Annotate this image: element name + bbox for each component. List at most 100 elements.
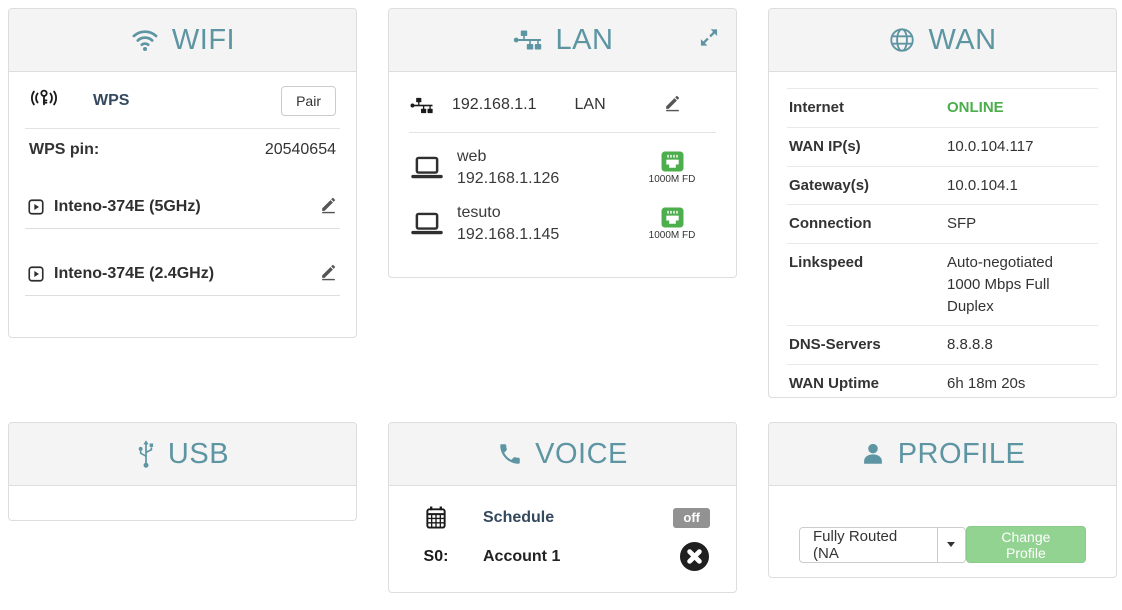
table-row: WAN IP(s) 10.0.104.117 bbox=[787, 127, 1098, 166]
ssid-name: Inteno-374E (5GHz) bbox=[54, 198, 201, 216]
table-row: Connection SFP bbox=[787, 204, 1098, 243]
wan-row-label: Gateway(s) bbox=[789, 175, 947, 197]
laptop-icon bbox=[409, 210, 445, 237]
table-row: WAN Uptime 6h 18m 20s bbox=[787, 364, 1098, 403]
person-icon bbox=[860, 441, 886, 467]
wps-row: WPS Pair bbox=[25, 72, 340, 129]
lan-panel-body: 192.168.1.1 LAN bbox=[389, 72, 736, 245]
play-square-icon bbox=[27, 265, 45, 283]
phone-icon bbox=[497, 441, 523, 467]
profile-controls-row: Fully Routed (NA Change Profile bbox=[799, 526, 1086, 563]
wan-row-label: WAN IP(s) bbox=[789, 136, 947, 158]
wifi-icon bbox=[130, 27, 160, 53]
schedule-label: Schedule bbox=[483, 509, 554, 527]
wps-pin-label: WPS pin: bbox=[29, 141, 99, 159]
device-ip: 192.168.1.145 bbox=[457, 226, 559, 243]
ssid-name: Inteno-374E (2.4GHz) bbox=[54, 265, 214, 283]
wan-row-label: Internet bbox=[789, 97, 947, 119]
profile-panel: PROFILE Fully Routed (NA Change Profile bbox=[768, 422, 1117, 578]
voice-panel-header: VOICE bbox=[389, 423, 736, 486]
globe-icon bbox=[888, 26, 916, 54]
profile-panel-body: Fully Routed (NA Change Profile bbox=[769, 526, 1116, 563]
internet-status-badge: ONLINE bbox=[947, 97, 1096, 119]
remove-account-icon[interactable] bbox=[679, 541, 710, 572]
dashboard: WIFI WPS Pair bbox=[0, 0, 1122, 610]
device-info: web 192.168.1.126 bbox=[457, 146, 559, 189]
edit-icon[interactable] bbox=[319, 195, 338, 219]
change-profile-button[interactable]: Change Profile bbox=[966, 526, 1086, 563]
wps-pin-value: 20540654 bbox=[265, 141, 336, 159]
voice-panel-body: Schedule off S0: Account 1 bbox=[389, 505, 736, 572]
usb-icon bbox=[136, 439, 156, 469]
sitemap-icon bbox=[512, 27, 544, 53]
link-speed: 1000M FD bbox=[649, 230, 696, 241]
ethernet-port-icon bbox=[661, 151, 684, 172]
wan-row-label: WAN Uptime bbox=[789, 373, 947, 395]
calendar-icon bbox=[419, 505, 453, 530]
profile-panel-header: PROFILE bbox=[769, 423, 1116, 486]
link-speed: 1000M FD bbox=[649, 174, 696, 185]
wifi-panel: WIFI WPS Pair bbox=[8, 8, 357, 338]
profile-panel-title: PROFILE bbox=[898, 438, 1026, 471]
usb-panel: USB bbox=[8, 422, 357, 521]
schedule-toggle-badge[interactable]: off bbox=[673, 508, 710, 528]
wan-row-value: 6h 18m 20s bbox=[947, 373, 1096, 395]
voice-account-row: S0: Account 1 bbox=[419, 541, 710, 572]
lan-device-row: tesuto 192.168.1.145 1000M FD bbox=[409, 202, 716, 245]
wps-pin-row: WPS pin: 20540654 bbox=[25, 129, 340, 171]
voice-panel-title: VOICE bbox=[535, 438, 628, 471]
wan-row-label: DNS-Servers bbox=[789, 334, 947, 356]
table-row: DNS-Servers 8.8.8.8 bbox=[787, 325, 1098, 364]
lan-gateway-row: 192.168.1.1 LAN bbox=[409, 72, 716, 133]
wifi-panel-header: WIFI bbox=[9, 9, 356, 72]
ethernet-port-icon bbox=[661, 207, 684, 228]
play-square-icon bbox=[27, 198, 45, 216]
lan-panel-header: LAN bbox=[389, 9, 736, 72]
wan-row-value: SFP bbox=[947, 213, 1096, 235]
wan-panel-header: WAN bbox=[769, 9, 1116, 72]
ssid-row-24ghz[interactable]: Inteno-374E (2.4GHz) bbox=[25, 262, 340, 296]
wps-label: WPS bbox=[93, 92, 129, 110]
wan-row-label: Linkspeed bbox=[789, 252, 947, 317]
edit-icon[interactable] bbox=[663, 93, 682, 117]
gateway-label: LAN bbox=[575, 96, 606, 114]
expand-icon[interactable] bbox=[698, 27, 720, 54]
wan-panel-body: Internet ONLINE WAN IP(s) 10.0.104.117 G… bbox=[769, 88, 1116, 403]
lan-panel: LAN 192.168.1.1 bbox=[388, 8, 737, 278]
wan-row-label: Connection bbox=[789, 213, 947, 235]
wan-panel: WAN Internet ONLINE WAN IP(s) 10.0.104.1… bbox=[768, 8, 1117, 398]
ssid-row-5ghz[interactable]: Inteno-374E (5GHz) bbox=[25, 195, 340, 229]
table-row: Gateway(s) 10.0.104.1 bbox=[787, 166, 1098, 205]
usb-panel-title: USB bbox=[168, 438, 229, 471]
account-name: Account 1 bbox=[483, 548, 560, 566]
device-info: tesuto 192.168.1.145 bbox=[457, 202, 559, 245]
account-prefix: S0: bbox=[419, 548, 453, 566]
laptop-icon bbox=[409, 154, 445, 181]
edit-icon[interactable] bbox=[319, 262, 338, 286]
wifi-panel-title: WIFI bbox=[172, 24, 235, 57]
wan-row-value: Auto-negotiated 1000 Mbps Full Duplex bbox=[947, 252, 1082, 317]
wan-status-table: Internet ONLINE WAN IP(s) 10.0.104.117 G… bbox=[787, 88, 1098, 403]
usb-panel-header: USB bbox=[9, 423, 356, 486]
table-row: Internet ONLINE bbox=[787, 88, 1098, 127]
device-name: tesuto bbox=[457, 204, 501, 221]
wps-icon bbox=[29, 85, 59, 116]
wan-row-value: 8.8.8.8 bbox=[947, 334, 1096, 356]
sitemap-icon bbox=[409, 95, 435, 116]
usb-panel-body bbox=[9, 486, 356, 520]
lan-panel-title: LAN bbox=[556, 24, 614, 57]
profile-dropdown-value: Fully Routed (NA bbox=[800, 528, 937, 562]
device-ip: 192.168.1.126 bbox=[457, 170, 559, 187]
gateway-ip: 192.168.1.1 bbox=[452, 96, 537, 114]
schedule-row: Schedule off bbox=[419, 505, 710, 530]
lan-device-row: web 192.168.1.126 1000M FD bbox=[409, 146, 716, 189]
wan-row-value: 10.0.104.1 bbox=[947, 175, 1096, 197]
wifi-panel-body: WPS Pair WPS pin: 20540654 Inteno-374E (… bbox=[9, 72, 356, 296]
device-name: web bbox=[457, 148, 486, 165]
wan-panel-title: WAN bbox=[928, 24, 996, 57]
pair-button[interactable]: Pair bbox=[281, 86, 336, 116]
wan-row-value: 10.0.104.117 bbox=[947, 136, 1096, 158]
profile-dropdown[interactable]: Fully Routed (NA bbox=[799, 527, 966, 563]
voice-panel: VOICE Schedule off S0: Account 1 bbox=[388, 422, 737, 593]
caret-down-icon[interactable] bbox=[937, 528, 965, 562]
